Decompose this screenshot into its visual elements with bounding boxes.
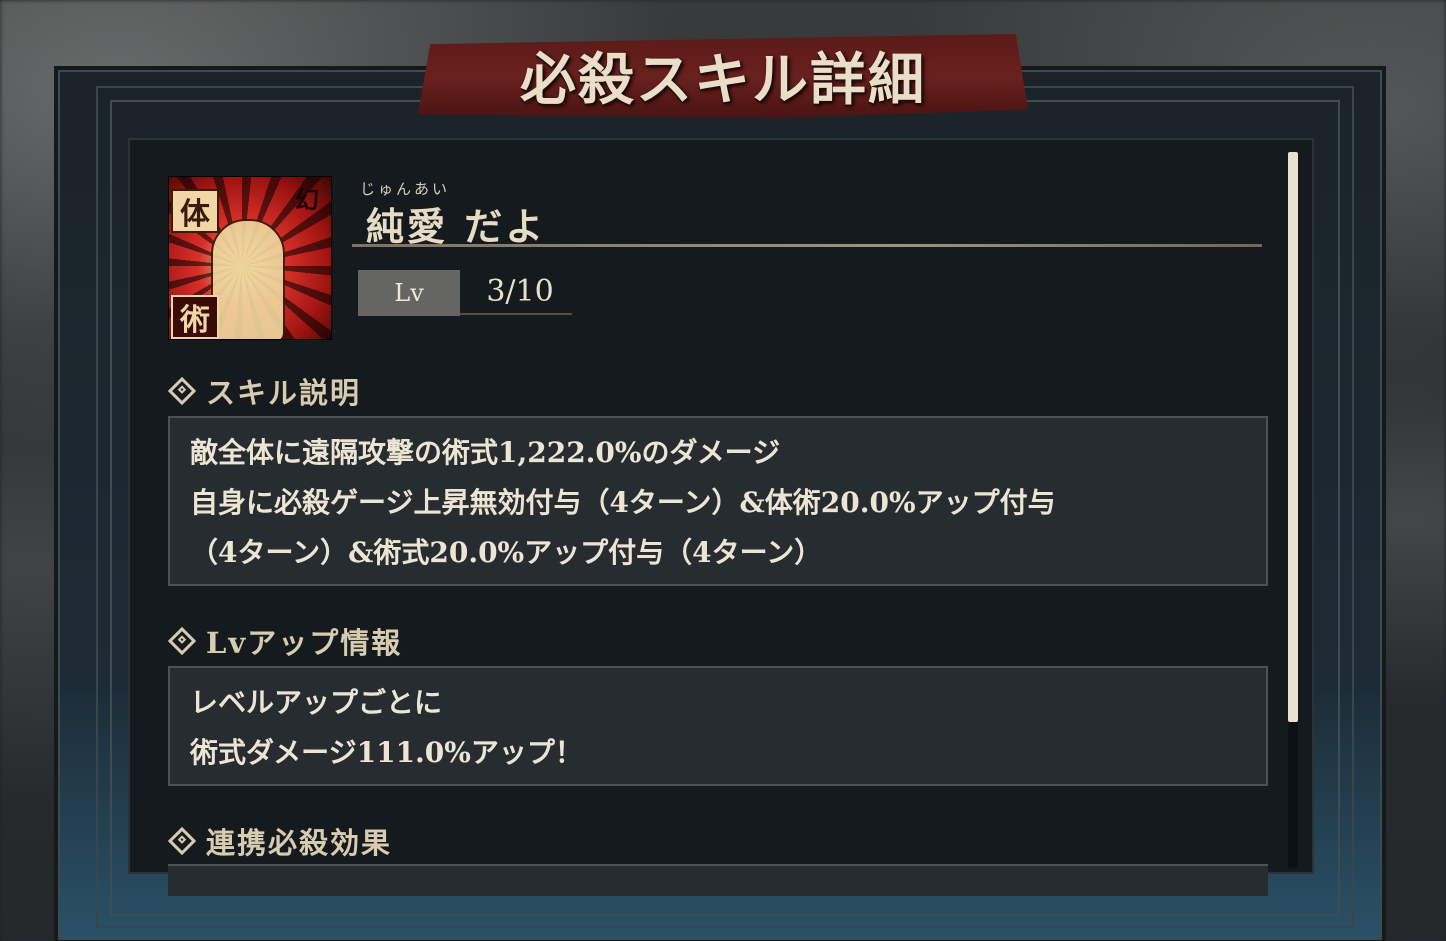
levelup-info-box: レベルアップごとに 術式ダメージ111.0%アップ！	[168, 666, 1268, 786]
skill-description-box: 敵全体に遠隔攻撃の術式1,222.0%のダメージ 自身に必殺ゲージ上昇無効付与（…	[168, 416, 1268, 586]
section-heading-text: Lvアップ情報	[206, 626, 403, 660]
level-underline	[460, 313, 572, 315]
skill-name: 純愛 だよ	[366, 204, 547, 249]
description-line: 自身に必殺ゲージ上昇無効付与（4ターン）&体術20.0%アップ付与	[190, 486, 1056, 519]
description-line: 敵全体に遠隔攻撃の術式1,222.0%のダメージ	[190, 436, 781, 469]
section-levelup-heading: Lvアップ情報	[167, 620, 403, 662]
levelup-line: レベルアップごとに	[190, 686, 443, 719]
section-heading-text: スキル説明	[206, 376, 362, 410]
skill-icon: 体 術 幻	[168, 176, 332, 340]
levelup-line: 術式ダメージ111.0%アップ！	[190, 736, 583, 769]
level-value: 3/10	[486, 273, 554, 309]
diamond-bullet-icon	[167, 626, 197, 656]
name-divider	[352, 244, 1262, 247]
section-combo-heading: 連携必殺効果	[167, 820, 393, 862]
scrollbar-thumb[interactable]	[1288, 152, 1298, 722]
attribute-jutsu-tag: 術	[171, 295, 219, 339]
description-line: （4ターン）&術式20.0%アップ付与（4ターン）	[190, 536, 823, 569]
dialog-title: 必殺スキル詳細	[520, 46, 926, 113]
section-heading-text: 連携必殺効果	[206, 826, 393, 860]
diamond-bullet-icon	[167, 376, 197, 406]
diamond-bullet-icon	[167, 826, 197, 856]
attribute-gen-tag: 幻	[295, 184, 319, 214]
character-figure-icon	[211, 219, 285, 339]
combo-effect-box	[168, 864, 1268, 896]
level-label: Lv	[358, 270, 460, 316]
attribute-tai-tag: 体	[171, 189, 219, 233]
section-description-heading: スキル説明	[167, 370, 362, 412]
